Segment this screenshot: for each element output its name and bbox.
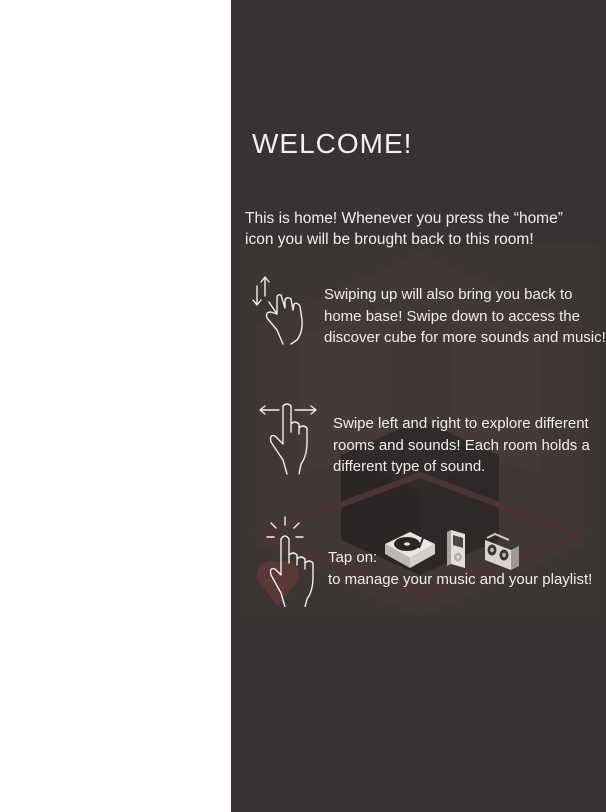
tap-label: Tap on: <box>328 549 378 566</box>
welcome-intro: This is home! Whenever you press the “ho… <box>245 210 563 248</box>
swipe-left-right-instruction: Swipe left and right to explore differen… <box>333 415 590 475</box>
tap-instruction: to manage your music and your playlist! <box>328 571 593 588</box>
tap-hand-icon <box>266 516 314 607</box>
swipe-up-instruction: Swiping up will also bring you back to h… <box>324 286 606 346</box>
ipod-icon[interactable] <box>445 528 467 572</box>
boombox-icon[interactable] <box>481 532 521 572</box>
swipe-up-down-hand-icon <box>252 276 303 345</box>
tutorial-overlay: WELCOME! This is home! Whenever you pres… <box>231 0 606 812</box>
welcome-title: WELCOME! <box>252 128 413 159</box>
swipe-left-right-hand-icon <box>259 403 317 475</box>
turntable-icon[interactable] <box>383 528 437 574</box>
